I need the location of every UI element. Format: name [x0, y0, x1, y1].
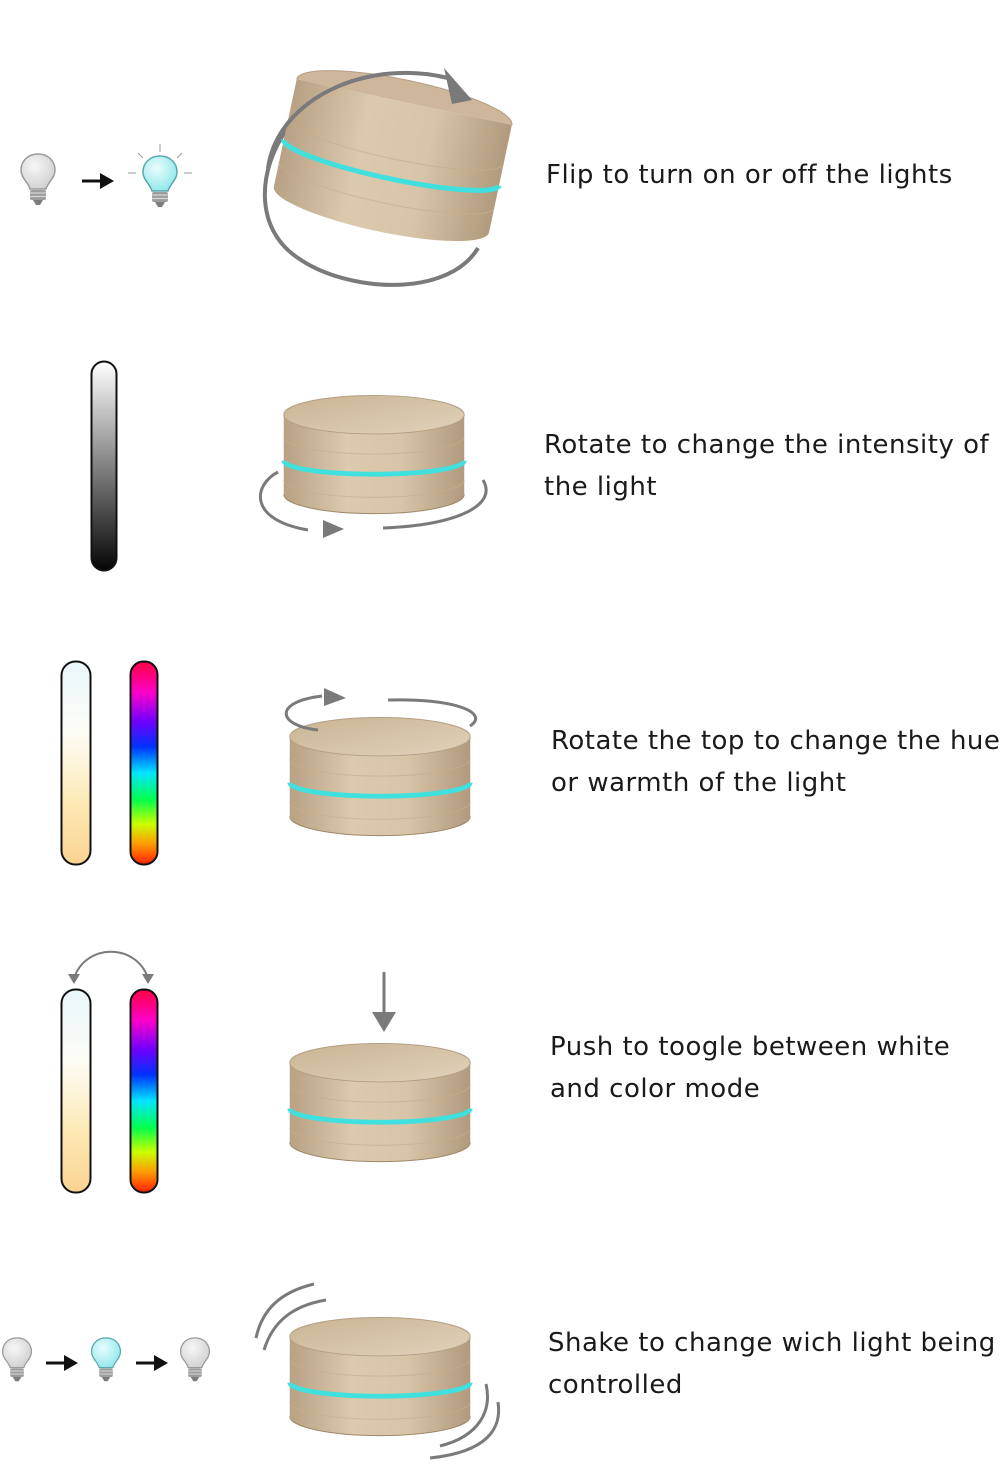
- device-shake-illustration: [254, 1282, 501, 1460]
- bulb-off-icon: [178, 1336, 212, 1384]
- arrow-right-icon: [82, 173, 114, 189]
- step-rotate-top-caption: Rotate the top to change the hue or warm…: [551, 720, 1000, 804]
- device-rotate-illustration: [258, 390, 488, 538]
- step-rotate-intensity: Rotate to change the intensity of the li…: [0, 340, 1005, 600]
- step-shake-caption: Shake to change wich light being control…: [548, 1322, 996, 1406]
- device-rotate-top-illustration: [284, 688, 478, 843]
- step-flip: Flip to turn on or off the lights: [0, 0, 1005, 300]
- caption-line: controlled: [548, 1370, 683, 1400]
- caption-line: the light: [544, 472, 658, 502]
- push-arrow-icon: [372, 972, 396, 1032]
- caption-line: and color mode: [550, 1074, 761, 1104]
- bulb-on-icon: [89, 1336, 123, 1384]
- device-push-illustration: [284, 1040, 480, 1170]
- step-shake: Shake to change wich light being control…: [0, 1270, 1005, 1464]
- bulb-glow-icon: [128, 144, 192, 212]
- hue-bar: [129, 988, 159, 1194]
- hue-bar: [129, 660, 159, 866]
- warmth-bar: [60, 988, 92, 1194]
- step-push: Push to toogle between white and color m…: [0, 930, 1005, 1210]
- caption-line: Push to toogle between white: [550, 1032, 951, 1062]
- caption-line: Rotate the top to change the hue: [551, 726, 1001, 756]
- bulb-off-icon: [0, 1336, 34, 1384]
- step-flip-caption: Flip to turn on or off the lights: [546, 154, 953, 196]
- step-push-caption: Push to toogle between white and color m…: [550, 1026, 950, 1110]
- caption-line: Flip to turn on or off the lights: [546, 160, 953, 190]
- warmth-bar: [60, 660, 92, 866]
- arrow-right-icon: [136, 1355, 168, 1371]
- caption-line: Rotate to change the intensity of: [544, 430, 990, 460]
- swap-arrow-icon: [68, 950, 154, 984]
- caption-line: or warmth of the light: [551, 768, 847, 798]
- device-flip-illustration: [262, 68, 513, 287]
- step-rotate-top: Rotate the top to change the hue or warm…: [0, 640, 1005, 900]
- step-rotate-intensity-caption: Rotate to change the intensity of the li…: [544, 424, 989, 508]
- arrow-right-icon: [46, 1355, 78, 1371]
- intensity-bar: [90, 360, 118, 572]
- bulb-off-icon: [18, 152, 58, 208]
- caption-line: Shake to change wich light being: [548, 1328, 996, 1358]
